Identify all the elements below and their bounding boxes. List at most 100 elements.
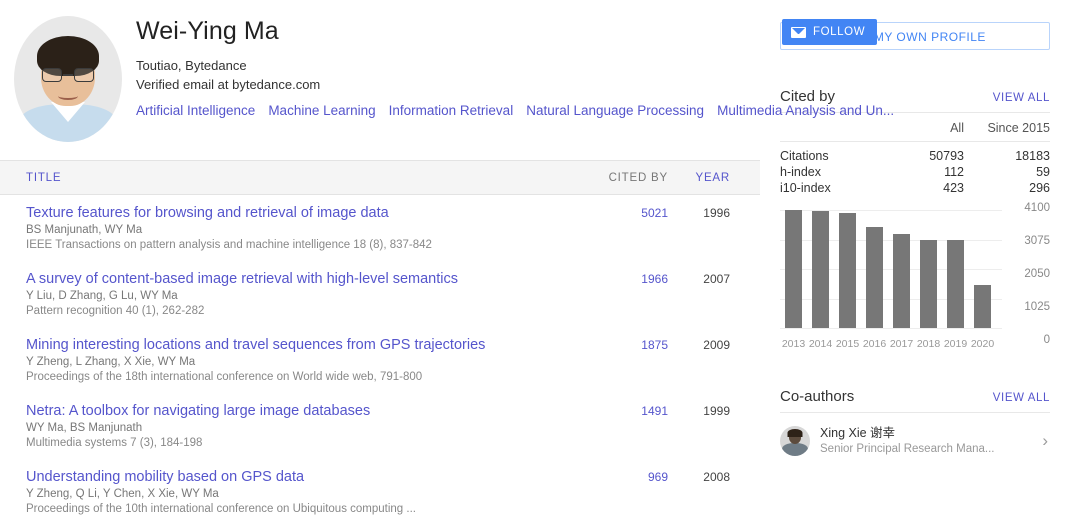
- table-row: Understanding mobility based on GPS data…: [0, 459, 760, 522]
- publication-authors: Y Liu, D Zhang, G Lu, WY Ma: [26, 289, 568, 304]
- envelope-icon: [791, 27, 806, 38]
- coauthor-text: Xing Xie 谢幸Senior Principal Research Man…: [820, 425, 1032, 457]
- publication-title-link[interactable]: Mining interesting locations and travel …: [26, 336, 568, 354]
- cited-by-count-link[interactable]: 5021: [582, 204, 668, 220]
- interest-link[interactable]: Artificial Intelligence: [136, 103, 255, 118]
- chart-x-tick-label: 2013: [780, 338, 807, 350]
- stats-metric-label: Citations: [780, 142, 882, 165]
- cited-by-count-link[interactable]: 1875: [582, 336, 668, 352]
- interest-list: Artificial Intelligence Machine Learning I…: [136, 101, 907, 120]
- publication-info: Texture features for browsing and retrie…: [26, 204, 582, 253]
- chart-x-tick-label: 2014: [807, 338, 834, 350]
- chart-bar[interactable]: [785, 210, 802, 328]
- follow-button[interactable]: FOLLOW: [782, 19, 877, 45]
- chart-bar-slot: [861, 210, 888, 328]
- chart-x-tick-label: 2020: [969, 338, 996, 350]
- avatar-smile: [58, 92, 78, 100]
- chart-bar[interactable]: [812, 211, 829, 328]
- main-column: Wei-Ying Ma Toutiao, Bytedance Verified …: [0, 0, 760, 522]
- chart-y-axis-labels: 01025205030754100: [1000, 203, 1050, 335]
- publication-venue: Proceedings of the 10th international co…: [26, 502, 568, 517]
- avatar[interactable]: [14, 16, 122, 142]
- chart-bar[interactable]: [947, 240, 964, 329]
- column-header-title[interactable]: TITLE: [26, 172, 582, 184]
- coauthor-role: Senior Principal Research Mana...: [820, 441, 1032, 457]
- list-item[interactable]: Xing Xie 谢幸Senior Principal Research Man…: [780, 413, 1050, 457]
- publication-title-link[interactable]: A survey of content-based image retrieva…: [26, 270, 568, 288]
- chart-bars: [780, 210, 996, 328]
- stats-metric-label: h-index: [780, 164, 882, 180]
- chart-bar-slot: [834, 210, 861, 328]
- interest-link[interactable]: Natural Language Processing: [526, 103, 704, 118]
- publication-year: 2007: [668, 270, 730, 286]
- chart-x-tick-label: 2018: [915, 338, 942, 350]
- publication-info: Netra: A toolbox for navigating large im…: [26, 402, 582, 451]
- avatar-glasses: [42, 68, 94, 83]
- stats-metric-label: i10-index: [780, 180, 882, 196]
- publication-title-link[interactable]: Texture features for browsing and retrie…: [26, 204, 568, 222]
- chart-y-tick-label: 2050: [1000, 268, 1050, 280]
- publication-venue: Multimedia systems 7 (3), 184-198: [26, 436, 568, 451]
- publication-venue: IEEE Transactions on pattern analysis an…: [26, 238, 568, 253]
- publication-venue: Pattern recognition 40 (1), 262-282: [26, 304, 568, 319]
- table-row: Texture features for browsing and retrie…: [0, 195, 760, 261]
- scholar-profile-page: Wei-Ying Ma Toutiao, Bytedance Verified …: [0, 0, 1080, 522]
- column-header-cited-by: CITED BY: [582, 172, 668, 184]
- publication-year: 1999: [668, 402, 730, 418]
- chart-x-tick-label: 2016: [861, 338, 888, 350]
- chart-y-tick-label: 1025: [1000, 301, 1050, 313]
- publication-authors: BS Manjunath, WY Ma: [26, 223, 568, 238]
- chart-x-tick-label: 2019: [942, 338, 969, 350]
- table-row: Mining interesting locations and travel …: [0, 327, 760, 393]
- interest-link[interactable]: Machine Learning: [268, 103, 375, 118]
- cited-by-count-link[interactable]: 1966: [582, 270, 668, 286]
- cited-by-view-all-link[interactable]: VIEW ALL: [993, 92, 1050, 104]
- stats-row: h-index11259: [780, 164, 1050, 180]
- table-row: Netra: A toolbox for navigating large im…: [0, 393, 760, 459]
- publication-info: A survey of content-based image retrieva…: [26, 270, 582, 319]
- chart-bar[interactable]: [866, 227, 883, 328]
- chart-gridline: [780, 328, 1002, 329]
- chart-y-tick-label: 3075: [1000, 235, 1050, 247]
- chart-plot-area: [780, 210, 996, 328]
- publication-title-link[interactable]: Netra: A toolbox for navigating large im…: [26, 402, 568, 420]
- publication-venue: Proceedings of the 18th international co…: [26, 370, 568, 385]
- publication-info: Mining interesting locations and travel …: [26, 336, 582, 385]
- table-row: A survey of content-based image retrieva…: [0, 261, 760, 327]
- publication-title-link[interactable]: Understanding mobility based on GPS data: [26, 468, 568, 486]
- stats-row: i10-index423296: [780, 180, 1050, 196]
- chevron-right-icon[interactable]: ›: [1042, 431, 1050, 451]
- coauthor-avatar[interactable]: [780, 426, 810, 456]
- chart-bar-slot: [780, 210, 807, 328]
- chart-bar[interactable]: [839, 213, 856, 328]
- interest-link[interactable]: Multimedia Analysis and Un...: [717, 103, 894, 118]
- stats-metric-since: 18183: [964, 142, 1050, 165]
- stats-metric-all: 50793: [882, 142, 964, 165]
- publication-year: 2008: [668, 468, 730, 484]
- chart-bar[interactable]: [893, 234, 910, 328]
- chart-bar-slot: [807, 210, 834, 328]
- chart-bar[interactable]: [974, 285, 991, 328]
- profile-header: Wei-Ying Ma Toutiao, Bytedance Verified …: [0, 0, 760, 142]
- table-body: Texture features for browsing and retrie…: [0, 195, 760, 522]
- coauthors-header: Co-authors VIEW ALL: [780, 388, 1050, 413]
- coauthor-name[interactable]: Xing Xie 谢幸: [820, 425, 1032, 441]
- interest-link[interactable]: Information Retrieval: [389, 103, 514, 118]
- column-header-year[interactable]: YEAR: [668, 172, 730, 184]
- cited-by-count-link[interactable]: 1491: [582, 402, 668, 418]
- coauthors-title: Co-authors: [780, 388, 854, 405]
- cited-by-count-link[interactable]: 969: [582, 468, 668, 484]
- chart-bar[interactable]: [920, 240, 937, 329]
- stats-metric-since: 296: [964, 180, 1050, 196]
- coauthors-view-all-link[interactable]: VIEW ALL: [993, 392, 1050, 404]
- chart-bar-slot: [969, 210, 996, 328]
- publication-year: 2009: [668, 336, 730, 352]
- publication-info: Understanding mobility based on GPS data…: [26, 468, 582, 517]
- follow-button-label: FOLLOW: [813, 26, 865, 38]
- stats-metric-all: 112: [882, 164, 964, 180]
- chart-x-tick-label: 2015: [834, 338, 861, 350]
- stats-row: Citations5079318183: [780, 142, 1050, 165]
- chart-y-tick-label: 0: [1000, 334, 1050, 346]
- stats-metric-since: 59: [964, 164, 1050, 180]
- publication-year: 1996: [668, 204, 730, 220]
